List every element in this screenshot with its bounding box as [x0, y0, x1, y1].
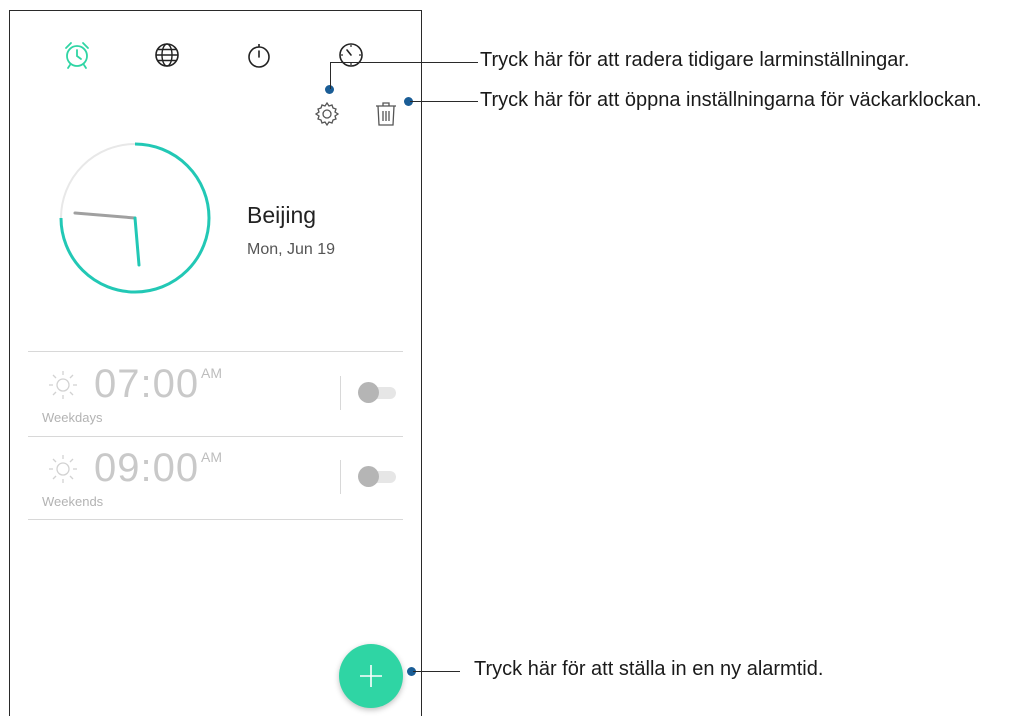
gear-icon: [314, 101, 340, 127]
callout-delete: Tryck här för att radera tidigare larmin…: [480, 49, 910, 71]
sun-icon: [49, 455, 77, 483]
world-clock-date: Mon, Jun 19: [247, 241, 336, 258]
callout-line: [330, 62, 331, 89]
callout-line: [330, 62, 478, 63]
alarm-time: 07:00: [94, 362, 200, 406]
alarm-ampm: AM: [201, 449, 222, 465]
callout-line: [410, 101, 478, 102]
separator: [340, 376, 341, 410]
alarm-time: 09:00: [94, 446, 200, 490]
hour-hand: [73, 211, 137, 220]
alarm-toggle[interactable]: [358, 382, 398, 403]
separator: [340, 460, 341, 494]
alarm-repeat: Weekdays: [42, 410, 103, 425]
tab-world-clock[interactable]: [147, 35, 187, 75]
phone-screen: Beijing Mon, Jun 19 07:00 AM Weekdays 09…: [9, 10, 422, 716]
plus-icon: [360, 665, 382, 687]
world-clock-city: Beijing: [247, 202, 317, 228]
alarm-item[interactable]: 07:00 AM Weekdays: [28, 352, 403, 436]
alarm-repeat: Weekends: [42, 494, 104, 509]
alarm-clock-icon: [65, 42, 89, 69]
add-alarm-button[interactable]: [339, 644, 403, 708]
stopwatch-icon: [248, 44, 270, 68]
timer-icon: [339, 43, 363, 67]
callout-settings: Tryck här för att öppna inställningarna …: [480, 89, 982, 111]
tab-timer[interactable]: [331, 35, 371, 75]
alarm-item[interactable]: 09:00 AM Weekends: [28, 436, 403, 520]
trash-icon: [376, 102, 396, 126]
analog-clock: [59, 142, 211, 294]
divider: [28, 519, 403, 520]
tab-alarm[interactable]: [57, 35, 97, 75]
tab-stopwatch[interactable]: [239, 35, 279, 75]
callout-line: [413, 671, 460, 672]
alarm-settings-button[interactable]: [310, 97, 344, 131]
sun-icon: [49, 371, 77, 399]
delete-alarms-button[interactable]: [369, 97, 403, 131]
globe-icon: [155, 43, 179, 67]
alarm-toggle[interactable]: [358, 466, 398, 487]
minute-hand: [133, 216, 141, 267]
alarm-ampm: AM: [201, 365, 222, 381]
callout-add: Tryck här för att ställa in en ny alarmt…: [474, 658, 824, 680]
